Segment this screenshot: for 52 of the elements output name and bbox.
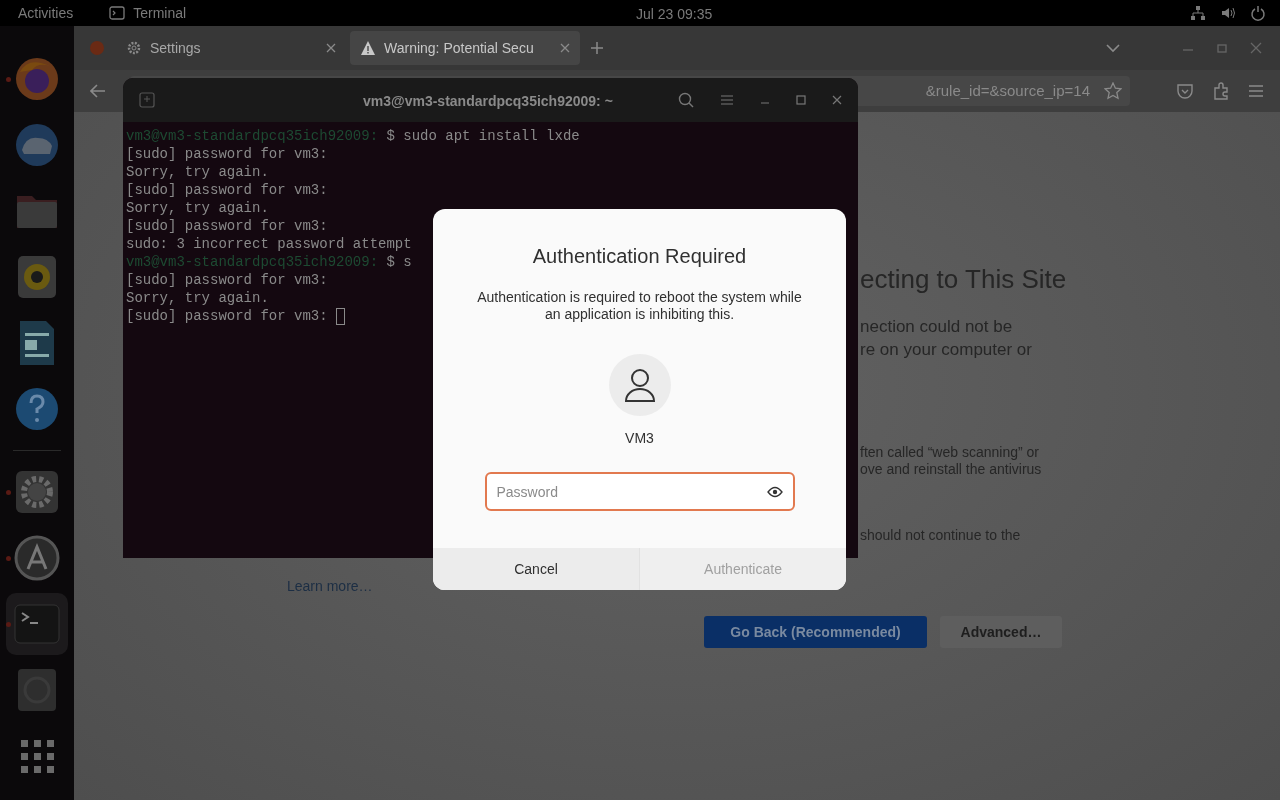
browser-tab[interactable]: Warning: Potential Secu	[350, 31, 580, 65]
menu-icon[interactable]	[1248, 84, 1264, 98]
browser-icon	[89, 40, 105, 56]
output-text: [sudo] password for vm3:	[126, 181, 328, 199]
chevron-down-icon[interactable]	[1106, 43, 1120, 53]
user-name: VM3	[625, 429, 654, 448]
maximize-icon[interactable]	[1216, 42, 1228, 54]
command-text: $ sudo apt install lxde	[385, 127, 580, 145]
advanced-button[interactable]: Advanced…	[940, 616, 1062, 648]
output-text: Sorry, try again.	[126, 289, 269, 307]
back-icon[interactable]	[90, 84, 106, 98]
dialog-title: Authentication Required	[532, 244, 747, 269]
command-text: $ s	[385, 253, 412, 271]
maximize-icon[interactable]	[796, 95, 806, 105]
output-text: [sudo] password for vm3:	[126, 307, 328, 325]
close-icon[interactable]	[560, 43, 570, 53]
close-icon[interactable]	[1250, 42, 1262, 54]
eye-icon[interactable]	[766, 486, 783, 498]
window-title: vm3@vm3-standardpcq35ich92009: ~	[363, 92, 613, 111]
close-icon[interactable]	[326, 43, 336, 53]
new-tab-icon[interactable]	[590, 41, 604, 55]
clock[interactable]: Jul 23 09:35	[636, 4, 713, 25]
pocket-icon[interactable]	[1176, 83, 1194, 99]
output-text: [sudo] password for vm3:	[126, 145, 328, 163]
star-icon[interactable]	[1104, 82, 1122, 100]
settings-icon	[126, 40, 142, 56]
output-text: sudo: 3 incorrect password attempt	[126, 235, 412, 253]
extension-icon[interactable]	[1212, 82, 1230, 100]
search-icon[interactable]	[678, 92, 694, 108]
dialog-message: Authentication is required to reboot the system while an application is inhibiting this.	[476, 289, 803, 323]
network-icon[interactable]	[1190, 5, 1206, 21]
close-icon[interactable]	[832, 95, 842, 105]
store-icon	[12, 533, 62, 583]
prompt-text: vm3@vm3-standardpcq35ich92009:	[126, 253, 379, 271]
output-text: [sudo] password for vm3:	[126, 271, 328, 289]
output-text: Sorry, try again.	[126, 199, 269, 217]
password-field[interactable]: Password	[484, 472, 795, 511]
terminal-icon	[109, 6, 126, 20]
power-icon[interactable]	[1250, 5, 1266, 21]
output-text: Sorry, try again.	[126, 163, 269, 181]
go-back-button[interactable]: Go Back (Recommended)	[704, 616, 927, 648]
new-tab-icon[interactable]	[139, 92, 155, 108]
person-icon	[623, 368, 656, 402]
prompt-text: vm3@vm3-standardpcq35ich92009:	[126, 127, 379, 145]
volume-icon[interactable]	[1220, 5, 1236, 21]
cancel-button[interactable]: Cancel	[433, 548, 640, 590]
browser-tab[interactable]: Settings	[116, 31, 346, 65]
activities-button[interactable]: Activities	[18, 2, 74, 24]
app-menu[interactable]: Terminal	[133, 2, 187, 24]
warning-icon	[360, 40, 376, 56]
menu-icon[interactable]	[720, 94, 734, 106]
output-text: [sudo] password for vm3:	[126, 217, 328, 235]
